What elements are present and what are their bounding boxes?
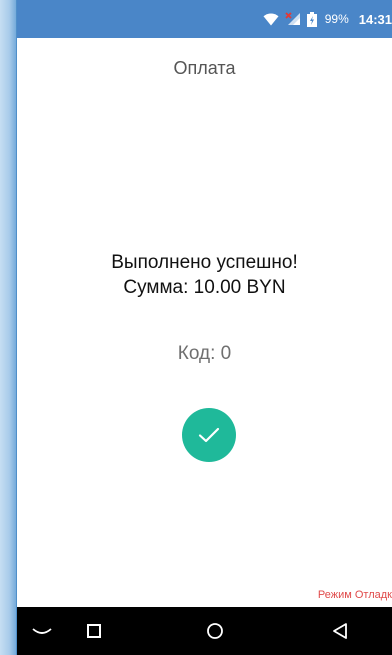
result-code: Код: 0	[177, 343, 232, 364]
battery-charging-icon	[306, 11, 317, 27]
result-status-text: Выполнено успешно!	[111, 252, 298, 273]
keyboard-hide-icon[interactable]	[27, 607, 57, 655]
app-frame: 99% 14:31 Оплата Выполнено успешно! Сумм…	[0, 0, 392, 655]
checkmark-icon	[182, 408, 236, 462]
screen: 99% 14:31 Оплата Выполнено успешно! Сумм…	[17, 0, 392, 655]
signal-icon	[285, 12, 301, 26]
result-message: Выполнено успешно! Сумма: 10.00 BYN	[17, 250, 392, 300]
debug-mode-label: Режим Отладк	[317, 589, 392, 601]
back-icon[interactable]	[325, 607, 355, 655]
recents-icon[interactable]	[79, 607, 109, 655]
wifi-icon	[263, 13, 279, 26]
nav-bar	[17, 607, 392, 655]
page-title: Оплата	[173, 58, 236, 78]
status-icons: 99% 14:31	[263, 0, 392, 38]
device-bezel	[0, 0, 17, 655]
status-bar: 99% 14:31	[17, 0, 392, 38]
result-amount-text: Сумма: 10.00 BYN	[123, 277, 286, 298]
status-time: 14:31	[358, 11, 392, 27]
home-icon[interactable]	[200, 607, 230, 655]
battery-percent: 99%	[324, 12, 349, 26]
